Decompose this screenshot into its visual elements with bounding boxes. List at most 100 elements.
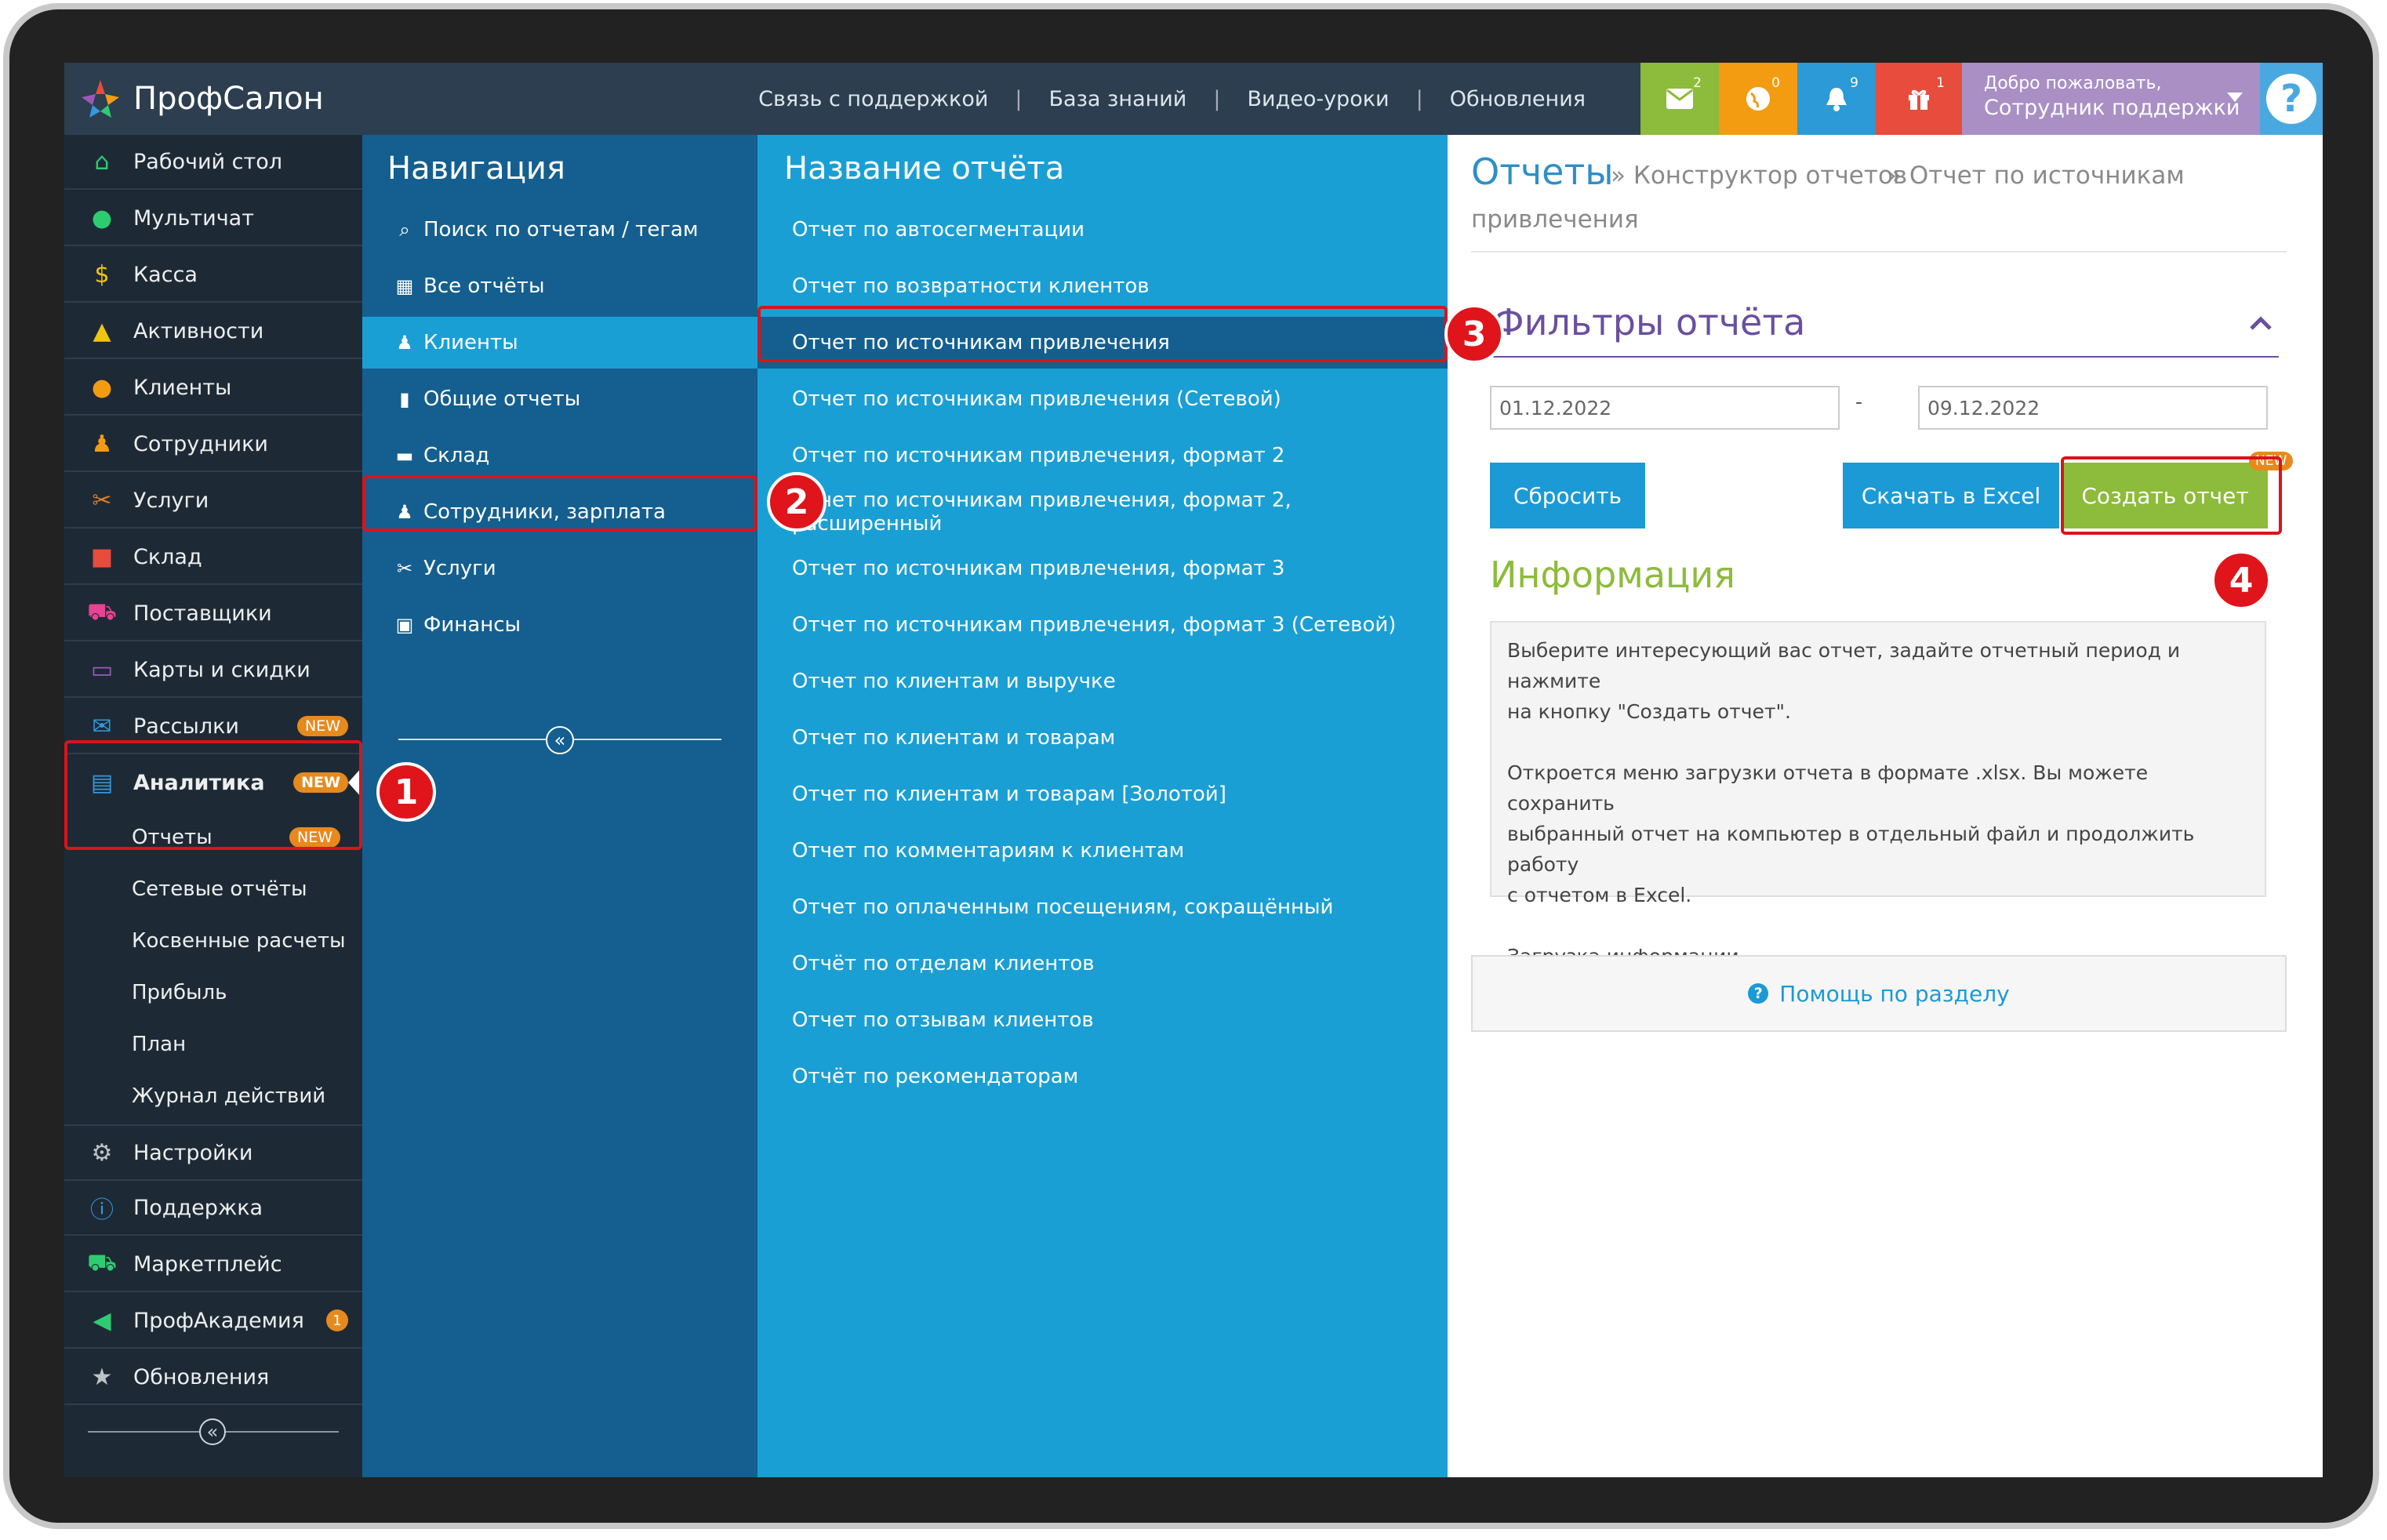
report-item[interactable]: Отчет по клиентам и выручке bbox=[758, 656, 1448, 707]
sidebar-item-label: Рассылки bbox=[133, 714, 239, 739]
info-icon: ⓘ bbox=[90, 1197, 114, 1224]
nav-item[interactable]: ▮ Общие отчеты bbox=[362, 373, 758, 425]
bell-icon bbox=[1826, 88, 1847, 111]
nav-item[interactable]: ♟ Клиенты bbox=[362, 317, 758, 369]
chevron-up-icon[interactable] bbox=[2249, 315, 2273, 331]
sidebar-item[interactable]: ● Клиенты bbox=[64, 361, 362, 416]
sidebar-item[interactable]: ✂ Услуги bbox=[64, 474, 362, 528]
globe-icon bbox=[1746, 87, 1770, 111]
report-item[interactable]: Отчет по автосегментации bbox=[758, 204, 1448, 256]
nav-item-label: Услуги bbox=[423, 557, 496, 580]
report-item[interactable]: Отчет по источникам привлечения (Сетевой… bbox=[758, 373, 1448, 425]
sidebar-item[interactable]: ♟ Сотрудники bbox=[64, 417, 362, 472]
sidebar-item-label: Маркетплейс bbox=[133, 1251, 282, 1277]
info-text: Выберите интересующий вас отчет, задайте… bbox=[1507, 639, 2181, 692]
nav-item-label: Поиск по отчетам / тегам bbox=[423, 218, 699, 242]
section-help-button[interactable]: ? Помощь по разделу bbox=[1471, 955, 2287, 1032]
date-to-input[interactable]: 09.12.2022 bbox=[1918, 386, 2268, 430]
date-from-input[interactable]: 01.12.2022 bbox=[1490, 386, 1840, 430]
sidebar-item[interactable]: ▭ Карты и скидки bbox=[64, 643, 362, 698]
nav-item[interactable]: ▦ Все отчёты bbox=[362, 260, 758, 312]
bell-icon: ▲ bbox=[93, 317, 111, 345]
sidebar-subitem[interactable]: Косвенные расчеты bbox=[64, 916, 362, 966]
sidebar-subitem[interactable]: Прибыль bbox=[64, 968, 362, 1018]
sidebar-item[interactable]: ▲ Активности bbox=[64, 304, 362, 359]
knowledge-base-link[interactable]: База знаний bbox=[1049, 87, 1187, 111]
home-icon: ⌂ bbox=[94, 147, 110, 176]
sidebar-subitem[interactable]: Журнал действий bbox=[64, 1071, 362, 1121]
star-icon: ★ bbox=[91, 1363, 113, 1391]
globe-button[interactable]: 0 bbox=[1719, 63, 1797, 135]
info-text: Откроется меню загрузки отчета в формате… bbox=[1507, 761, 2149, 815]
sidebar-item[interactable]: ⛟ Поставщики bbox=[64, 587, 362, 641]
breadcrumb-current: » Отчет по источникам bbox=[1887, 162, 2185, 190]
notifications-button[interactable]: 9 bbox=[1797, 63, 1876, 135]
mail-icon bbox=[1666, 89, 1693, 109]
megaphone-icon: ◀ bbox=[93, 1306, 111, 1335]
nav-item[interactable]: ▣ Финансы bbox=[362, 599, 758, 651]
info-box: Выберите интересующий вас отчет, задайте… bbox=[1490, 621, 2266, 968]
users-icon: ● bbox=[91, 373, 113, 401]
sidebar-item-label: Склад bbox=[133, 544, 202, 569]
cart-icon: ⛟ bbox=[87, 597, 117, 626]
reset-button[interactable]: Сбросить bbox=[1490, 463, 1645, 528]
sidebar-item-label: Клиенты bbox=[133, 375, 232, 400]
logo[interactable]: ПрофСалон bbox=[78, 74, 324, 124]
video-lessons-link[interactable]: Видео-уроки bbox=[1247, 87, 1389, 111]
sidebar-item[interactable]: ⌂ Рабочий стол bbox=[64, 135, 362, 190]
user-menu[interactable]: Добро пожаловать, Сотрудник поддержки bbox=[1962, 63, 2260, 135]
nav-item[interactable]: ⌕ Поиск по отчетам / тегам bbox=[362, 204, 758, 256]
help-button[interactable]: ? bbox=[2260, 63, 2323, 135]
collapse-sidebar-button[interactable]: « bbox=[199, 1418, 226, 1445]
messages-button[interactable]: 2 bbox=[1640, 63, 1719, 135]
info-text: выбранный отчет на компьютер в отдельный… bbox=[1507, 823, 2195, 876]
sidebar-item[interactable]: ⓘ Поддержка bbox=[64, 1181, 362, 1236]
sidebar-subitem[interactable]: Сетевые отчёты bbox=[64, 864, 362, 914]
report-item[interactable]: Отчет по источникам привлечения, формат … bbox=[758, 430, 1448, 481]
report-item[interactable]: Отчет по клиентам и товарам [Золотой] bbox=[758, 768, 1448, 820]
report-item[interactable]: Отчет по источникам привлечения, формат … bbox=[758, 486, 1448, 538]
top-links: Связь с поддержкой | База знаний | Видео… bbox=[758, 63, 1586, 135]
report-item[interactable]: Отчет по комментариям к клиентам bbox=[758, 825, 1448, 877]
breadcrumb-constructor[interactable]: » Конструктор отчетов bbox=[1611, 162, 1907, 190]
sidebar-item[interactable]: ● Мультичат bbox=[64, 191, 362, 246]
sidebar-item[interactable]: ⛟ Маркетплейс bbox=[64, 1237, 362, 1292]
info-title: Информация bbox=[1490, 554, 1735, 596]
card-icon: ▭ bbox=[90, 656, 114, 684]
question-icon: ? bbox=[1748, 983, 1769, 1004]
filters-underline bbox=[1493, 356, 2279, 358]
notifications-count: 9 bbox=[1850, 75, 1858, 91]
breadcrumb-current-cont: привлечения bbox=[1471, 205, 1639, 234]
callout-3: 3 bbox=[1444, 304, 1504, 364]
sidebar-item-label: Поставщики bbox=[133, 601, 272, 626]
gifts-button[interactable]: 1 bbox=[1876, 63, 1962, 135]
nav-item[interactable]: ✂ Услуги bbox=[362, 543, 758, 594]
highlight-analytics bbox=[64, 740, 362, 850]
updates-link[interactable]: Обновления bbox=[1450, 87, 1586, 111]
report-item[interactable]: Отчет по возвратности клиентов bbox=[758, 260, 1448, 312]
download-excel-button[interactable]: Скачать в Excel bbox=[1843, 463, 2059, 528]
sidebar-subitem[interactable]: План bbox=[64, 1019, 362, 1070]
sidebar-item[interactable]: $ Касса bbox=[64, 248, 362, 303]
app-screen: ПрофСалон Связь с поддержкой | База знан… bbox=[64, 63, 2323, 1477]
sidebar-item[interactable]: ■ Склад bbox=[64, 530, 362, 585]
chat-icon: ● bbox=[91, 204, 113, 232]
report-item[interactable]: Отчет по клиентам и товарам bbox=[758, 712, 1448, 764]
report-item[interactable]: Отчет по источникам привлечения, формат … bbox=[758, 543, 1448, 594]
file-icon: ▮ bbox=[399, 388, 410, 410]
report-item[interactable]: Отчёт по рекомендаторам bbox=[758, 1051, 1448, 1102]
sidebar-item[interactable]: ★ Обновления bbox=[64, 1350, 362, 1405]
report-item[interactable]: Отчет по оплаченным посещениям, сокращён… bbox=[758, 881, 1448, 933]
question-icon: ? bbox=[2266, 74, 2316, 124]
support-link[interactable]: Связь с поддержкой bbox=[758, 87, 988, 111]
highlight-report bbox=[758, 306, 1448, 362]
sidebar-item-label: Сотрудники bbox=[133, 431, 268, 456]
sidebar-item[interactable]: ◀ ПрофАкадемия 1 bbox=[64, 1294, 362, 1349]
report-item[interactable]: Отчет по источникам привлечения, формат … bbox=[758, 599, 1448, 651]
report-item[interactable]: Отчёт по отделам клиентов bbox=[758, 938, 1448, 990]
report-item[interactable]: Отчет по отзывам клиентов bbox=[758, 994, 1448, 1046]
nav-item[interactable]: ▬ Склад bbox=[362, 430, 758, 481]
cart-icon: ⛟ bbox=[87, 1248, 117, 1277]
sidebar-item[interactable]: ⚙ Настройки bbox=[64, 1124, 362, 1181]
collapse-nav-button[interactable]: « bbox=[546, 726, 574, 754]
